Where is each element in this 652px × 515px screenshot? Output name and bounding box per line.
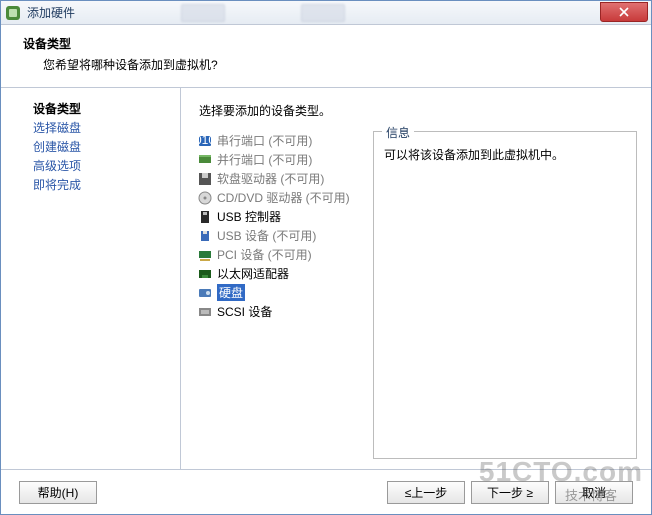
wizard-step[interactable]: 选择磁盘 [33,119,162,138]
usb-controller-icon [197,209,213,225]
device-type-label: 并行端口 (不可用) [217,151,312,168]
device-type-item[interactable]: 硬盘 [195,283,363,302]
content-panels: 010 串行端口 (不可用) 并行端口 (不可用) 软盘驱动器 (不可用) CD/DVD… [195,131,637,459]
ghost-control [301,4,345,22]
wizard-step[interactable]: 高级选项 [33,157,162,176]
content-panel: 选择要添加的设备类型。 010 串行端口 (不可用) 并行端口 (不可用) 软盘驱动器… [181,88,651,469]
wizard-step[interactable]: 创建磁盘 [33,138,162,157]
hard-disk-icon [197,285,213,301]
usb-device-icon [197,228,213,244]
device-type-label: 软盘驱动器 (不可用) [217,170,324,187]
titlebar: 添加硬件 [1,1,651,25]
device-type-item[interactable]: 并行端口 (不可用) [195,150,363,169]
device-type-label: 硬盘 [217,284,245,301]
pci-device-icon [197,247,213,263]
back-button[interactable]: ≤上一步 [387,481,465,504]
device-type-label: USB 控制器 [217,208,281,225]
device-type-item[interactable]: 软盘驱动器 (不可用) [195,169,363,188]
steps-list: 设备类型选择磁盘创建磁盘高级选项即将完成 [1,88,181,469]
close-button[interactable] [600,2,648,22]
cancel-button[interactable]: 取消 [555,481,633,504]
wizard-body: 设备类型选择磁盘创建磁盘高级选项即将完成 选择要添加的设备类型。 010 串行端口… [1,88,651,470]
ethernet-icon [197,266,213,282]
help-button[interactable]: 帮助(H) [19,481,97,504]
ghost-control [181,4,225,22]
device-type-list[interactable]: 010 串行端口 (不可用) 并行端口 (不可用) 软盘驱动器 (不可用) CD/DVD… [195,131,363,459]
device-type-label: CD/DVD 驱动器 (不可用) [217,189,350,206]
app-icon [5,5,21,21]
info-text: 可以将该设备添加到此虚拟机中。 [384,146,626,163]
device-type-item[interactable]: 以太网适配器 [195,264,363,283]
window-title: 添加硬件 [27,4,75,21]
content-prompt: 选择要添加的设备类型。 [199,102,637,119]
device-type-label: 串行端口 (不可用) [217,132,312,149]
wizard-header-subtitle: 您希望将哪种设备添加到虚拟机? [43,56,629,73]
device-type-label: SCSI 设备 [217,303,272,320]
device-type-item[interactable]: USB 设备 (不可用) [195,226,363,245]
floppy-icon [197,171,213,187]
device-type-item[interactable]: PCI 设备 (不可用) [195,245,363,264]
wizard-footer: 帮助(H) ≤上一步 下一步 ≥ 取消 [1,470,651,514]
serial-port-icon: 010 [197,133,213,149]
device-type-label: 以太网适配器 [217,265,289,282]
scsi-device-icon [197,304,213,320]
device-type-item[interactable]: 010 串行端口 (不可用) [195,131,363,150]
close-icon [619,7,629,17]
device-type-item[interactable]: CD/DVD 驱动器 (不可用) [195,188,363,207]
wizard-step[interactable]: 即将完成 [33,176,162,195]
device-type-label: USB 设备 (不可用) [217,227,316,244]
svg-text:010: 010 [197,133,213,147]
info-groupbox: 信息 可以将该设备添加到此虚拟机中。 [373,131,637,459]
device-type-item[interactable]: SCSI 设备 [195,302,363,321]
device-type-item[interactable]: USB 控制器 [195,207,363,226]
info-legend: 信息 [382,124,414,141]
device-type-label: PCI 设备 (不可用) [217,246,312,263]
wizard-header-title: 设备类型 [23,35,629,52]
parallel-port-icon [197,152,213,168]
add-hardware-window: 添加硬件 设备类型 您希望将哪种设备添加到虚拟机? 设备类型选择磁盘创建磁盘高级… [0,0,652,515]
cddvd-icon [197,190,213,206]
wizard-header: 设备类型 您希望将哪种设备添加到虚拟机? [1,25,651,88]
wizard-step: 设备类型 [33,100,162,119]
next-button[interactable]: 下一步 ≥ [471,481,549,504]
